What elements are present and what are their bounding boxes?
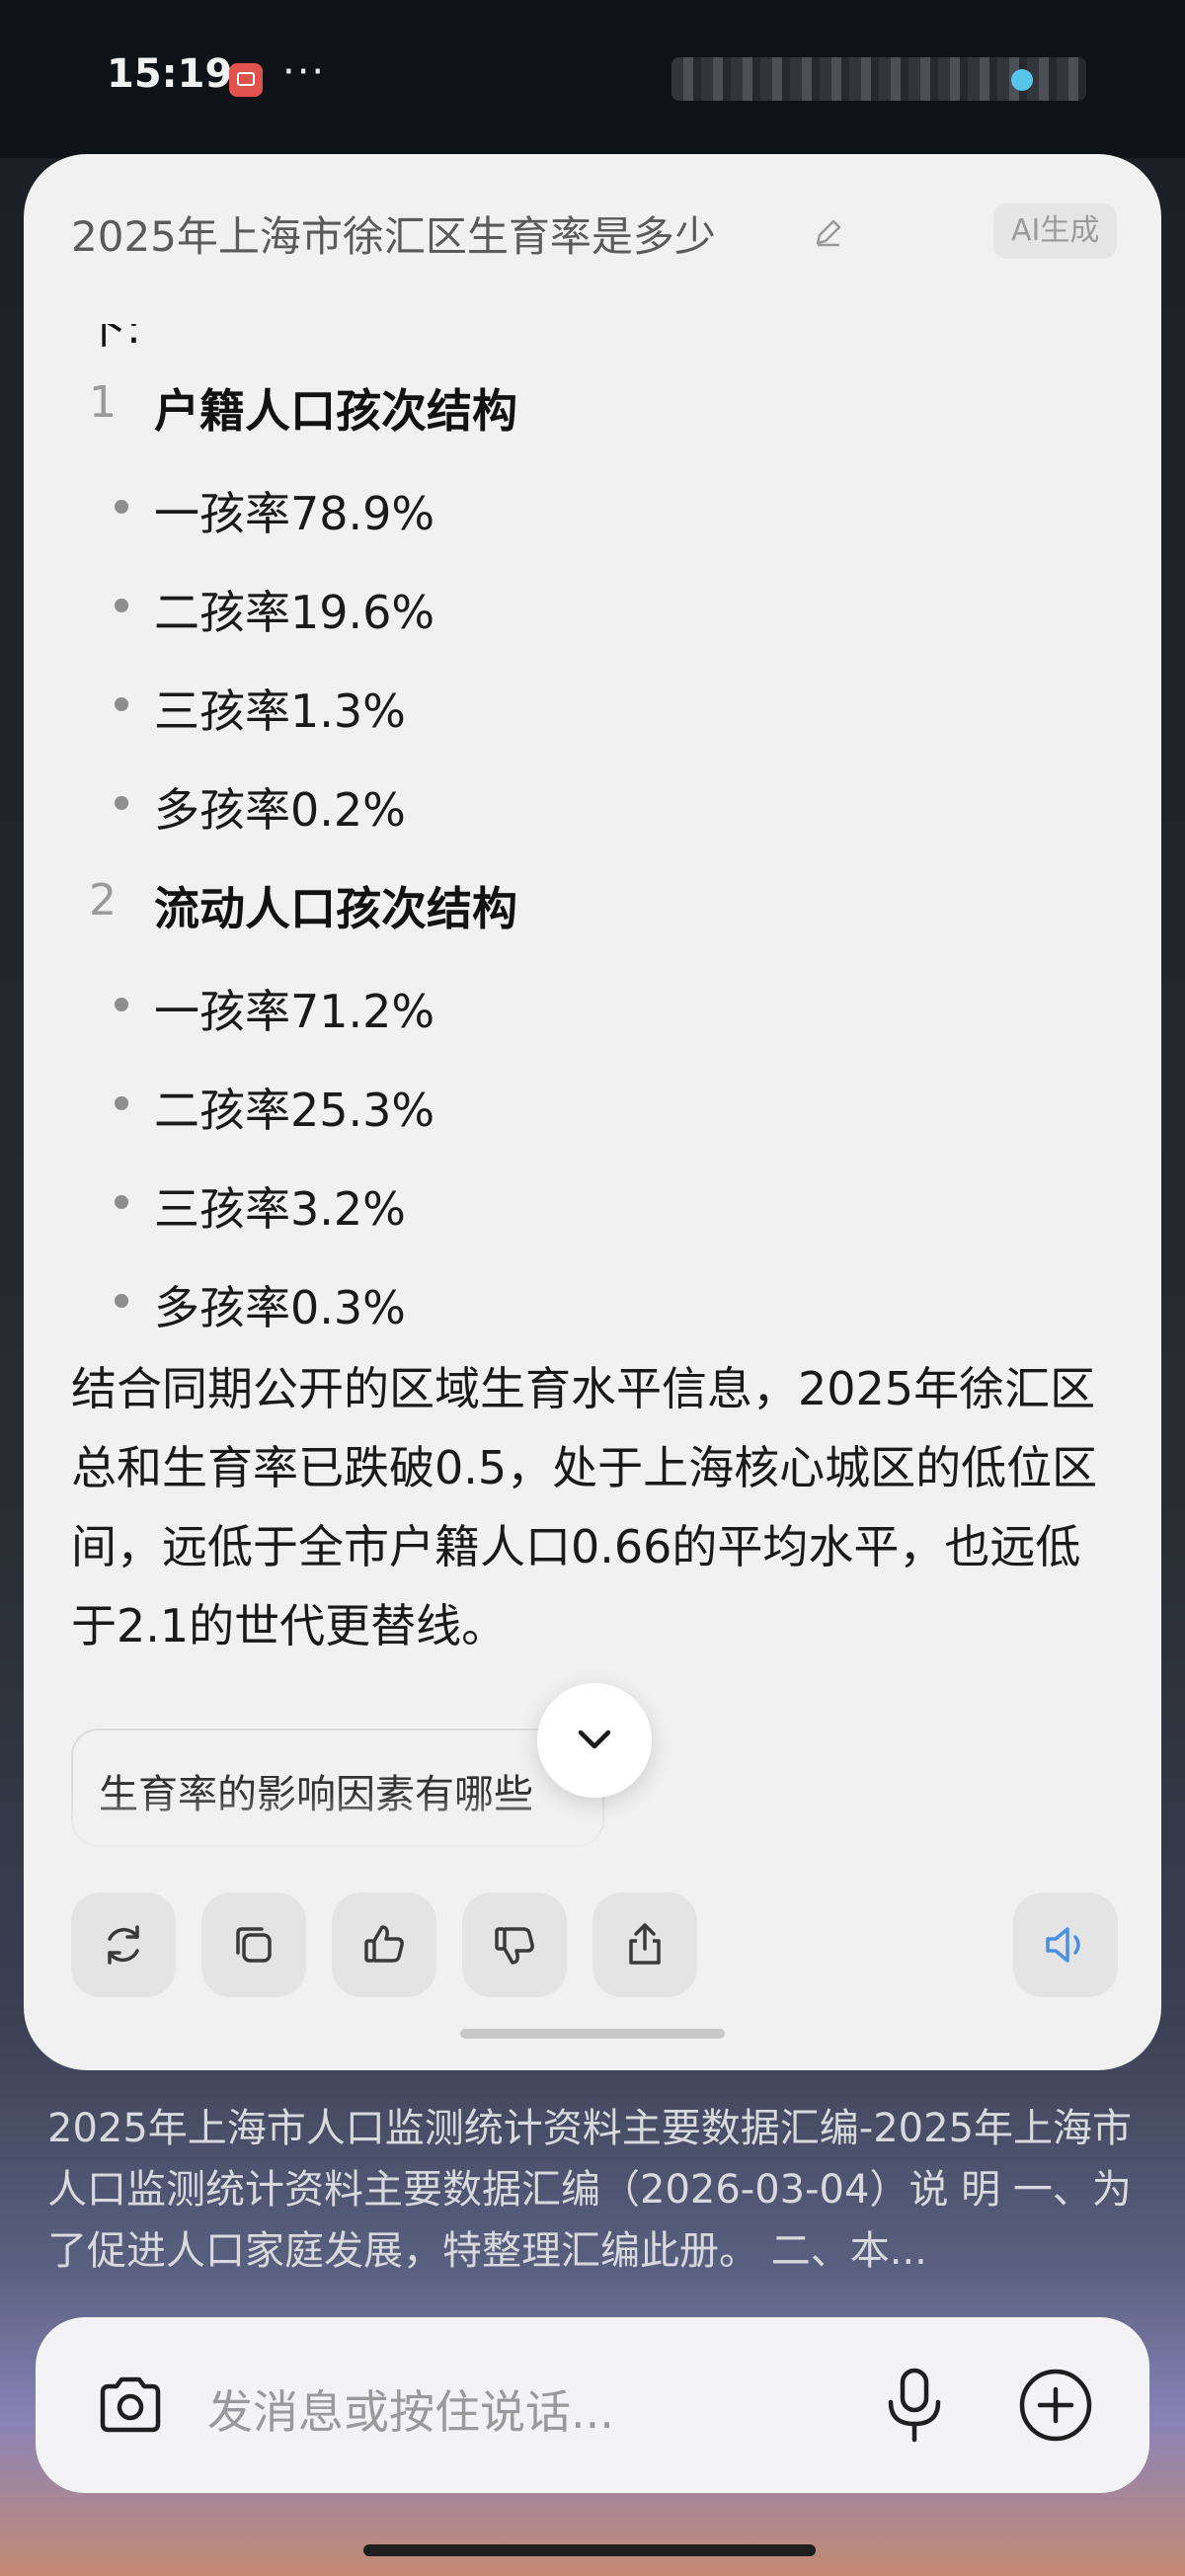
content-fade xyxy=(24,1794,1161,1873)
add-attachment-icon[interactable] xyxy=(1013,2363,1098,2448)
card-drag-handle[interactable] xyxy=(460,2029,725,2039)
section-heading: 2 流动人口孩次结构 xyxy=(71,867,1118,936)
dislike-button[interactable] xyxy=(462,1892,567,1997)
list-item: 二孩率19.6% xyxy=(71,567,1118,639)
list-item-text: 一孩率78.9% xyxy=(154,487,435,540)
copy-button[interactable] xyxy=(201,1892,306,1997)
message-input[interactable]: 发消息或按住说话... xyxy=(207,2376,614,2442)
bullet-dot xyxy=(115,599,128,612)
list-item: 多孩率0.2% xyxy=(71,765,1118,837)
speaker-icon xyxy=(1046,1927,1080,1963)
message-input-bar: 发消息或按住说话... xyxy=(36,2317,1149,2493)
more-notifications-icon: ··· xyxy=(282,49,327,95)
bullet-dot xyxy=(115,998,128,1011)
section-title: 流动人口孩次结构 xyxy=(154,882,517,935)
list-item: 二孩率25.3% xyxy=(71,1065,1118,1137)
section-number: 1 xyxy=(89,377,117,428)
section-heading: 1 户籍人口孩次结构 xyxy=(71,369,1118,439)
clipped-text-line: 下: xyxy=(83,303,141,354)
section-title: 户籍人口孩次结构 xyxy=(154,384,517,438)
share-button[interactable] xyxy=(592,1892,697,1997)
bullet-dot xyxy=(115,1294,128,1308)
list-item-text: 二孩率19.6% xyxy=(154,586,435,639)
section-number: 2 xyxy=(89,875,117,926)
reference-snippet[interactable]: 2025年上海市人口监测统计资料主要数据汇编-2025年上海市人口监测统计资料主… xyxy=(47,2098,1144,2282)
list-item-text: 三孩率1.3% xyxy=(154,684,406,738)
thumbs-up-icon xyxy=(364,1925,404,1963)
mail-app-icon xyxy=(229,63,263,97)
scroll-down-button[interactable] xyxy=(537,1683,652,1798)
status-time: 15:19 xyxy=(107,51,233,97)
refresh-icon xyxy=(108,1925,139,1965)
list-item-text: 三孩率3.2% xyxy=(154,1182,406,1236)
bullet-dot xyxy=(115,796,128,810)
copy-icon xyxy=(236,1927,272,1963)
ai-generated-badge: AI生成 xyxy=(993,203,1118,259)
list-item-text: 一孩率71.2% xyxy=(154,985,435,1038)
list-item-text: 多孩率0.3% xyxy=(154,1281,406,1334)
list-item: 一孩率71.2% xyxy=(71,966,1118,1038)
like-button[interactable] xyxy=(332,1892,436,1997)
bullet-dot xyxy=(115,1195,128,1209)
read-aloud-button[interactable] xyxy=(1013,1892,1118,1997)
answer-card: 2025年上海市徐汇区生育率是多少 AI生成 下: 1 户籍人口孩次结构 一孩率… xyxy=(24,154,1161,2070)
bullet-dot xyxy=(115,500,128,514)
microphone-icon[interactable] xyxy=(875,2363,954,2448)
chevron-down-icon xyxy=(578,1730,611,1749)
camera-icon[interactable] xyxy=(93,2369,168,2444)
list-item: 三孩率3.2% xyxy=(71,1164,1118,1236)
card-header: 2025年上海市徐汇区生育率是多少 xyxy=(71,203,1118,273)
question-title[interactable]: 2025年上海市徐汇区生育率是多少 xyxy=(71,203,716,264)
bullet-dot xyxy=(115,1096,128,1110)
regenerate-button[interactable] xyxy=(71,1892,176,1997)
thumbs-down-icon xyxy=(495,1927,534,1965)
home-indicator[interactable] xyxy=(363,2544,816,2556)
list-item: 多孩率0.3% xyxy=(71,1262,1118,1334)
list-item: 一孩率78.9% xyxy=(71,468,1118,540)
bullet-dot xyxy=(115,697,128,711)
status-bar: 15:19 ··· xyxy=(0,0,1185,158)
summary-paragraph: 结合同期公开的区域生育水平信息，2025年徐汇区总和生育率已跌破0.5，处于上海… xyxy=(71,1362,1098,1652)
share-icon xyxy=(629,1923,661,1965)
status-dot-icon xyxy=(1011,69,1033,91)
answer-action-bar xyxy=(71,1892,1118,1997)
edit-icon[interactable] xyxy=(812,215,845,249)
list-item-text: 二孩率25.3% xyxy=(154,1084,435,1137)
list-item: 三孩率1.3% xyxy=(71,666,1118,738)
list-item-text: 多孩率0.2% xyxy=(154,783,406,837)
